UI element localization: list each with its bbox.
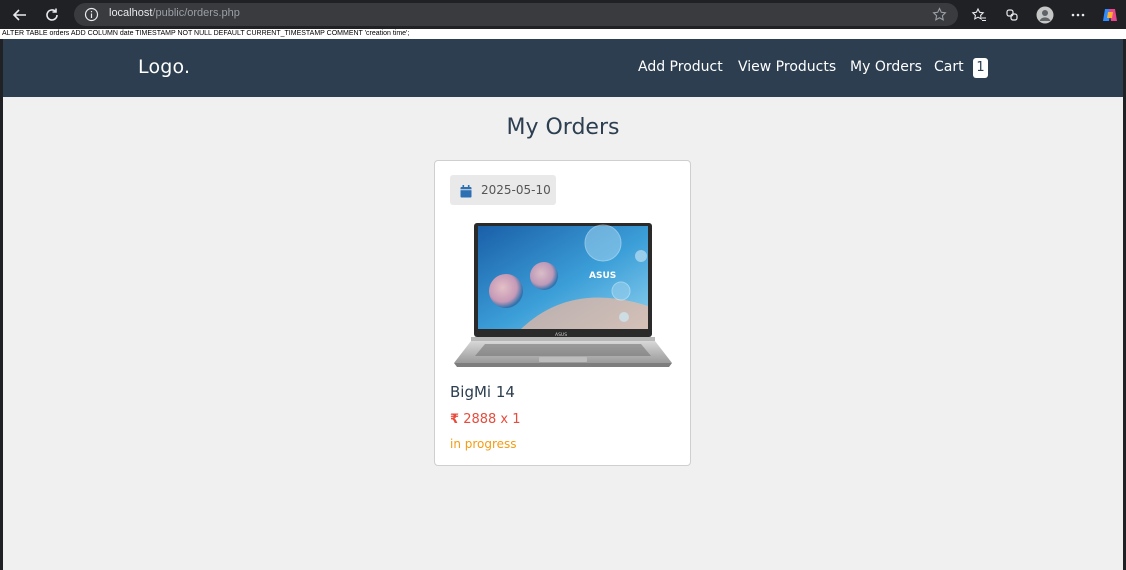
url-text: localhost/public/orders.php — [109, 7, 240, 19]
reload-icon[interactable] — [42, 5, 62, 25]
favorites-icon[interactable] — [969, 5, 989, 25]
rupee-icon: ₹ — [450, 412, 460, 427]
copilot-icon[interactable] — [1100, 5, 1120, 25]
screen-brand-text: ASUS — [589, 271, 616, 281]
nav-cart[interactable]: Cart — [934, 59, 964, 75]
product-name: BigMi 14 — [450, 383, 515, 401]
laptop-product-image: ASUS ASUS — [451, 221, 675, 373]
page-title: My Orders — [506, 115, 620, 140]
price-quantity: 2888 x 1 — [463, 412, 521, 427]
profile-icon[interactable] — [1035, 5, 1055, 25]
debug-sql-text: ALTER TABLE orders ADD COLUMN date TIMES… — [0, 29, 1126, 39]
address-bar[interactable]: localhost/public/orders.php — [74, 3, 958, 26]
calendar-icon — [460, 183, 472, 202]
order-card: 2025-05-10 ASUS ASUS BigMi 14 ₹ 2888 x 1… — [434, 160, 691, 466]
url-host: localhost — [109, 7, 153, 19]
site-header: Logo. Add Product View Products My Order… — [3, 39, 1123, 97]
product-price: ₹ 2888 x 1 — [450, 412, 521, 427]
star-icon[interactable] — [932, 7, 947, 26]
cart-count-badge[interactable]: 1 — [973, 58, 988, 78]
back-icon[interactable] — [10, 5, 30, 25]
extensions-icon[interactable] — [1002, 5, 1022, 25]
nav-view-products[interactable]: View Products — [738, 59, 836, 75]
more-icon[interactable] — [1068, 5, 1088, 25]
nav-add-product[interactable]: Add Product — [638, 59, 723, 75]
nav-my-orders[interactable]: My Orders — [850, 59, 922, 75]
browser-toolbar: localhost/public/orders.php — [0, 0, 1126, 29]
info-icon[interactable] — [84, 7, 99, 26]
order-date-chip: 2025-05-10 — [450, 175, 556, 205]
order-date: 2025-05-10 — [481, 183, 551, 197]
site-logo[interactable]: Logo. — [138, 56, 190, 78]
order-status: in progress — [450, 437, 517, 451]
url-path: /public/orders.php — [152, 7, 240, 19]
